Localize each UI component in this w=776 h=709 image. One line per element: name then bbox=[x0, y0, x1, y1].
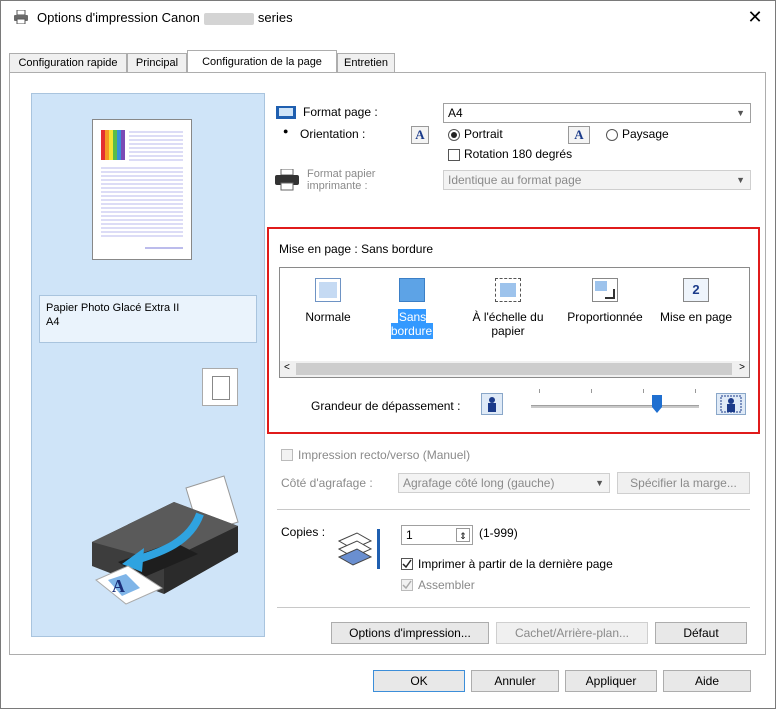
scroll-left-icon[interactable]: < bbox=[284, 362, 290, 373]
layout-item-normal[interactable]: Normale bbox=[300, 278, 356, 358]
page-layout-icon: 2 bbox=[683, 278, 709, 302]
landscape-icon: A bbox=[568, 126, 590, 144]
layout-item-label: Sans bordure bbox=[390, 309, 434, 339]
stamp-background-button[interactable]: Cachet/Arrière-plan... bbox=[496, 622, 648, 644]
fit-to-page-icon bbox=[495, 278, 521, 302]
svg-text:A: A bbox=[112, 576, 125, 596]
rotate-180-checkbox[interactable] bbox=[448, 149, 460, 161]
redacted-model bbox=[203, 12, 254, 25]
media-info: Papier Photo Glacé Extra II A4 bbox=[39, 295, 257, 343]
chevron-down-icon: ▼ bbox=[736, 175, 745, 185]
layout-label: Mise en page : Sans bordure bbox=[279, 242, 434, 256]
reverse-order-label: Imprimer à partir de la dernière page bbox=[418, 557, 613, 571]
layout-item-label: À l'échelle du papier bbox=[472, 310, 544, 338]
media-type: Papier Photo Glacé Extra II bbox=[46, 302, 180, 314]
copies-icon bbox=[337, 529, 380, 569]
stapling-label: Côté d'agrafage : bbox=[281, 476, 373, 490]
copies-spinbox[interactable]: 1 ⇕ bbox=[401, 525, 473, 545]
specify-margin-button[interactable]: Spécifier la marge... bbox=[617, 472, 750, 494]
printer-paper-label: Format papier imprimante : bbox=[307, 168, 376, 192]
divider bbox=[277, 509, 750, 510]
portrait-radio[interactable] bbox=[448, 129, 460, 141]
page-preview-image bbox=[101, 130, 183, 249]
layout-list: Normale Sans bordure À l'échelle du papie… bbox=[279, 267, 750, 378]
portrait-icon: A bbox=[411, 126, 429, 144]
printer-paper-icon bbox=[275, 169, 299, 191]
ok-button[interactable]: OK bbox=[373, 670, 465, 692]
reverse-order-checkbox[interactable] bbox=[401, 558, 413, 570]
rotate-180-label: Rotation 180 degrés bbox=[464, 147, 573, 161]
apply-button[interactable]: Appliquer bbox=[565, 670, 657, 692]
extension-min-icon bbox=[481, 393, 503, 415]
orientation-preview-button[interactable] bbox=[202, 368, 238, 406]
portrait-label: Portrait bbox=[464, 127, 503, 141]
media-size: A4 bbox=[46, 316, 60, 328]
extension-slider[interactable] bbox=[531, 405, 699, 408]
defaults-button[interactable]: Défaut bbox=[655, 622, 747, 644]
divider bbox=[277, 607, 750, 608]
page-format-icon bbox=[276, 106, 296, 119]
collate-checkbox[interactable] bbox=[401, 579, 413, 591]
printer-paper-select[interactable]: Identique au format page ▼ bbox=[443, 170, 751, 190]
chevron-down-icon: ▼ bbox=[736, 108, 745, 118]
page-format-label: Format page : bbox=[303, 105, 378, 119]
extension-max-icon bbox=[716, 393, 746, 415]
layout-current: Sans bordure bbox=[361, 242, 434, 256]
tab-main[interactable]: Principal bbox=[127, 53, 187, 72]
scaled-layout-icon bbox=[592, 278, 618, 302]
bullet-icon: ● bbox=[283, 126, 289, 136]
layout-item-label: Proportionnée bbox=[567, 310, 643, 324]
printer-icon bbox=[14, 10, 28, 24]
layout-item-borderless[interactable]: Sans bordure bbox=[376, 278, 448, 358]
layout-scrollbar[interactable]: < > bbox=[280, 361, 749, 377]
layout-item-page-layout[interactable]: 2 Mise en page bbox=[654, 278, 738, 358]
copies-range: (1-999) bbox=[479, 526, 518, 540]
tab-quick-setup[interactable]: Configuration rapide bbox=[9, 53, 127, 72]
landscape-label: Paysage bbox=[622, 127, 669, 141]
tab-page-setup[interactable]: Configuration de la page bbox=[187, 50, 337, 72]
preview-pane: Papier Photo Glacé Extra II A4 A bbox=[31, 93, 265, 637]
printer-illustration: A bbox=[92, 475, 239, 605]
title-bar: Options d'impression Canon series ✕ bbox=[1, 1, 775, 35]
print-options-window: Options d'impression Canon series ✕ Confi… bbox=[0, 0, 776, 709]
page-preview bbox=[92, 119, 192, 260]
tab-maintenance[interactable]: Entretien bbox=[337, 53, 395, 72]
copies-label: Copies : bbox=[281, 525, 326, 539]
duplex-checkbox[interactable] bbox=[281, 449, 293, 461]
layout-item-label: Normale bbox=[305, 310, 351, 324]
print-options-button[interactable]: Options d'impression... bbox=[331, 622, 489, 644]
normal-layout-icon bbox=[315, 278, 341, 302]
duplex-label: Impression recto/verso (Manuel) bbox=[298, 448, 471, 462]
landscape-radio[interactable] bbox=[606, 129, 618, 141]
borderless-layout-icon bbox=[399, 278, 425, 302]
copies-value: 1 bbox=[406, 528, 413, 542]
chevron-down-icon: ▼ bbox=[595, 478, 604, 488]
cancel-button[interactable]: Annuler bbox=[471, 670, 559, 692]
close-icon[interactable]: ✕ bbox=[745, 7, 765, 28]
spin-arrows-icon[interactable]: ⇕ bbox=[456, 528, 470, 542]
collate-label: Assembler bbox=[418, 578, 475, 592]
extension-slider-thumb[interactable] bbox=[652, 395, 662, 413]
stapling-select[interactable]: Agrafage côté long (gauche) ▼ bbox=[398, 473, 610, 493]
page-format-select[interactable]: A4 ▼ bbox=[443, 103, 751, 123]
help-button[interactable]: Aide bbox=[663, 670, 751, 692]
extension-label: Grandeur de dépassement : bbox=[311, 399, 461, 413]
layout-item-scaled[interactable]: Proportionnée bbox=[562, 278, 648, 358]
layout-item-label: Mise en page bbox=[659, 310, 733, 324]
window-title: Options d'impression Canon series bbox=[37, 10, 293, 25]
scrollbar-thumb[interactable] bbox=[296, 363, 732, 375]
layout-item-fit-to-page[interactable]: À l'échelle du papier bbox=[466, 278, 550, 358]
scroll-right-icon[interactable]: > bbox=[739, 362, 745, 373]
orientation-label: Orientation : bbox=[300, 127, 366, 141]
